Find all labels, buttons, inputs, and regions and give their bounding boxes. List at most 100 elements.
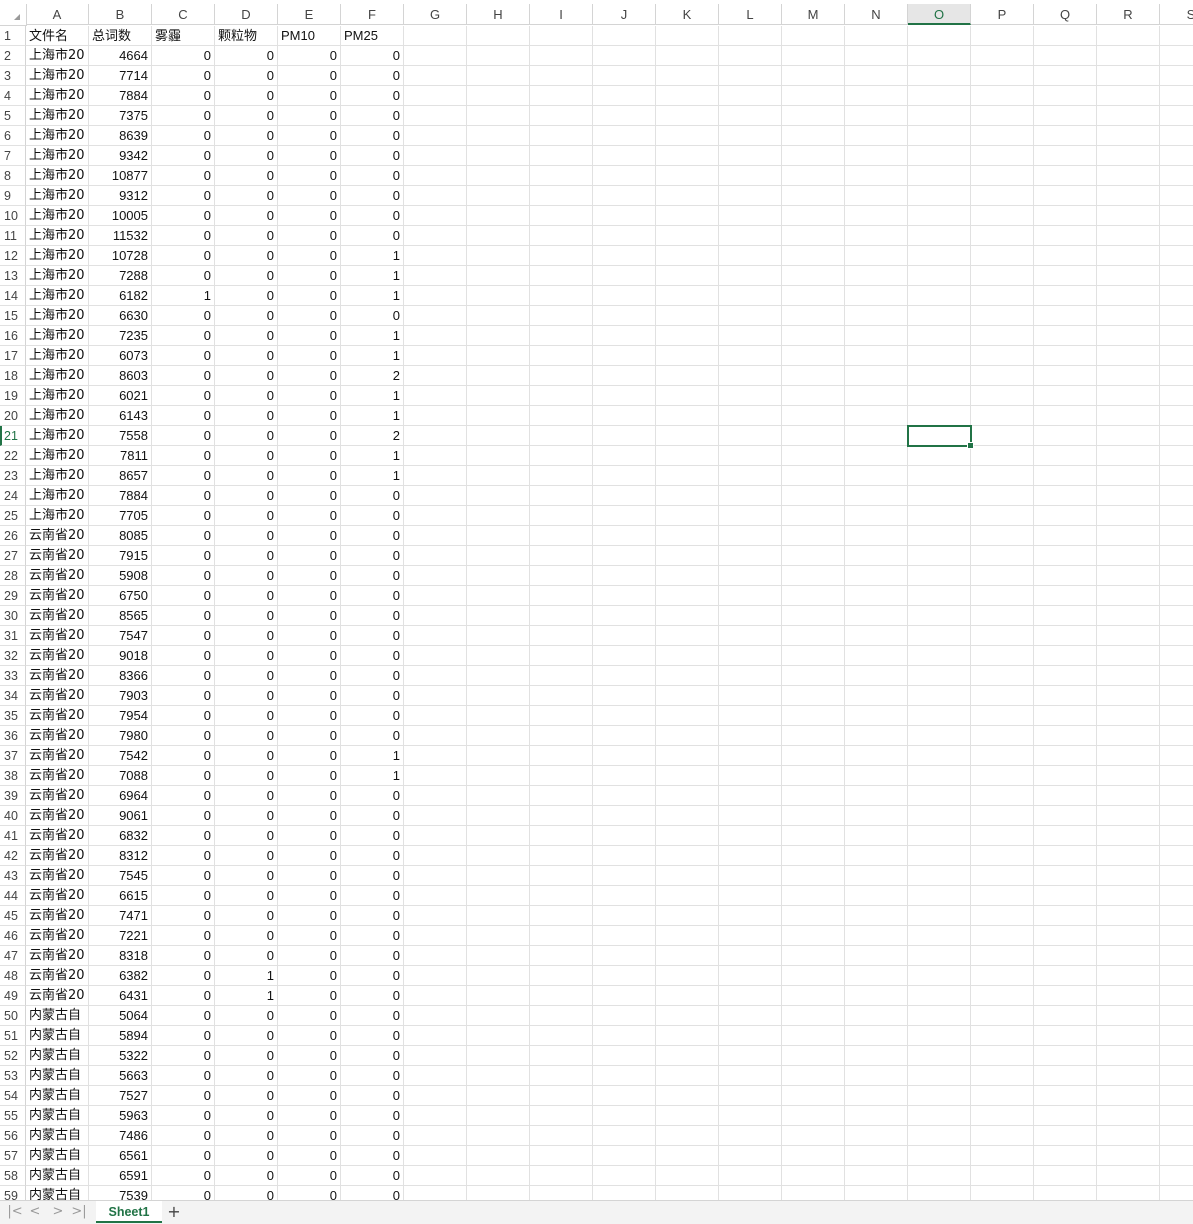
- cell-h30[interactable]: [467, 606, 530, 626]
- cell-n25[interactable]: [845, 506, 908, 526]
- cell-a29[interactable]: 云南省20: [26, 586, 89, 606]
- cell-a21[interactable]: 上海市20: [26, 426, 89, 446]
- cell-k45[interactable]: [656, 906, 719, 926]
- cell-s39[interactable]: [1160, 786, 1193, 806]
- cell-b14[interactable]: 6182: [89, 286, 152, 306]
- cell-i43[interactable]: [530, 866, 593, 886]
- cell-d54[interactable]: 0: [215, 1086, 278, 1106]
- cell-b18[interactable]: 8603: [89, 366, 152, 386]
- cell-m46[interactable]: [782, 926, 845, 946]
- cell-a35[interactable]: 云南省20: [26, 706, 89, 726]
- cell-s47[interactable]: [1160, 946, 1193, 966]
- cell-j40[interactable]: [593, 806, 656, 826]
- cell-m3[interactable]: [782, 66, 845, 86]
- cell-r47[interactable]: [1097, 946, 1160, 966]
- cell-m38[interactable]: [782, 766, 845, 786]
- cell-h11[interactable]: [467, 226, 530, 246]
- cell-n33[interactable]: [845, 666, 908, 686]
- cell-r16[interactable]: [1097, 326, 1160, 346]
- cell-c8[interactable]: 0: [152, 166, 215, 186]
- cell-q18[interactable]: [1034, 366, 1097, 386]
- cell-p20[interactable]: [971, 406, 1034, 426]
- cell-g31[interactable]: [404, 626, 467, 646]
- cell-l18[interactable]: [719, 366, 782, 386]
- cell-i40[interactable]: [530, 806, 593, 826]
- cell-b47[interactable]: 8318: [89, 946, 152, 966]
- cell-i8[interactable]: [530, 166, 593, 186]
- cell-g55[interactable]: [404, 1106, 467, 1126]
- cell-d3[interactable]: 0: [215, 66, 278, 86]
- row-header-20[interactable]: 20: [0, 406, 26, 426]
- cell-o14[interactable]: [908, 286, 971, 306]
- cell-a8[interactable]: 上海市20: [26, 166, 89, 186]
- cell-b21[interactable]: 7558: [89, 426, 152, 446]
- cell-c38[interactable]: 0: [152, 766, 215, 786]
- cell-n16[interactable]: [845, 326, 908, 346]
- cell-g43[interactable]: [404, 866, 467, 886]
- cell-p2[interactable]: [971, 46, 1034, 66]
- row-header-30[interactable]: 30: [0, 606, 26, 626]
- cell-f49[interactable]: 0: [341, 986, 404, 1006]
- cell-d5[interactable]: 0: [215, 106, 278, 126]
- cell-r1[interactable]: [1097, 26, 1160, 46]
- cell-i51[interactable]: [530, 1026, 593, 1046]
- row-header-37[interactable]: 37: [0, 746, 26, 766]
- row-header-36[interactable]: 36: [0, 726, 26, 746]
- cell-p54[interactable]: [971, 1086, 1034, 1106]
- column-header-k[interactable]: K: [656, 4, 719, 25]
- cell-b48[interactable]: 6382: [89, 966, 152, 986]
- cell-p53[interactable]: [971, 1066, 1034, 1086]
- cell-m9[interactable]: [782, 186, 845, 206]
- cell-j32[interactable]: [593, 646, 656, 666]
- cell-d49[interactable]: 1: [215, 986, 278, 1006]
- cell-r32[interactable]: [1097, 646, 1160, 666]
- cell-a53[interactable]: 内蒙古自: [26, 1066, 89, 1086]
- cell-b27[interactable]: 7915: [89, 546, 152, 566]
- cell-o4[interactable]: [908, 86, 971, 106]
- cell-m2[interactable]: [782, 46, 845, 66]
- cell-e10[interactable]: 0: [278, 206, 341, 226]
- cell-f3[interactable]: 0: [341, 66, 404, 86]
- cell-e46[interactable]: 0: [278, 926, 341, 946]
- cell-f46[interactable]: 0: [341, 926, 404, 946]
- cell-s20[interactable]: [1160, 406, 1193, 426]
- cell-g35[interactable]: [404, 706, 467, 726]
- cell-g1[interactable]: [404, 26, 467, 46]
- cell-d50[interactable]: 0: [215, 1006, 278, 1026]
- cell-p12[interactable]: [971, 246, 1034, 266]
- cell-h38[interactable]: [467, 766, 530, 786]
- cell-l21[interactable]: [719, 426, 782, 446]
- row-header-51[interactable]: 51: [0, 1026, 26, 1046]
- cell-g58[interactable]: [404, 1166, 467, 1186]
- cell-n29[interactable]: [845, 586, 908, 606]
- cell-g51[interactable]: [404, 1026, 467, 1046]
- row-header-29[interactable]: 29: [0, 586, 26, 606]
- cell-d24[interactable]: 0: [215, 486, 278, 506]
- cell-g22[interactable]: [404, 446, 467, 466]
- cell-b35[interactable]: 7954: [89, 706, 152, 726]
- cell-b54[interactable]: 7527: [89, 1086, 152, 1106]
- cell-e45[interactable]: 0: [278, 906, 341, 926]
- cell-c34[interactable]: 0: [152, 686, 215, 706]
- cell-d27[interactable]: 0: [215, 546, 278, 566]
- cell-m27[interactable]: [782, 546, 845, 566]
- cell-c24[interactable]: 0: [152, 486, 215, 506]
- cell-k53[interactable]: [656, 1066, 719, 1086]
- cell-a59[interactable]: 内蒙古自: [26, 1186, 89, 1200]
- cell-e1[interactable]: PM10: [278, 26, 341, 46]
- row-header-48[interactable]: 48: [0, 966, 26, 986]
- cell-f31[interactable]: 0: [341, 626, 404, 646]
- cell-f57[interactable]: 0: [341, 1146, 404, 1166]
- cell-f41[interactable]: 0: [341, 826, 404, 846]
- cell-l9[interactable]: [719, 186, 782, 206]
- cell-i5[interactable]: [530, 106, 593, 126]
- cell-g28[interactable]: [404, 566, 467, 586]
- cell-h56[interactable]: [467, 1126, 530, 1146]
- cell-k7[interactable]: [656, 146, 719, 166]
- cell-h42[interactable]: [467, 846, 530, 866]
- cell-d9[interactable]: 0: [215, 186, 278, 206]
- cell-k31[interactable]: [656, 626, 719, 646]
- cell-j43[interactable]: [593, 866, 656, 886]
- cell-r23[interactable]: [1097, 466, 1160, 486]
- cell-k28[interactable]: [656, 566, 719, 586]
